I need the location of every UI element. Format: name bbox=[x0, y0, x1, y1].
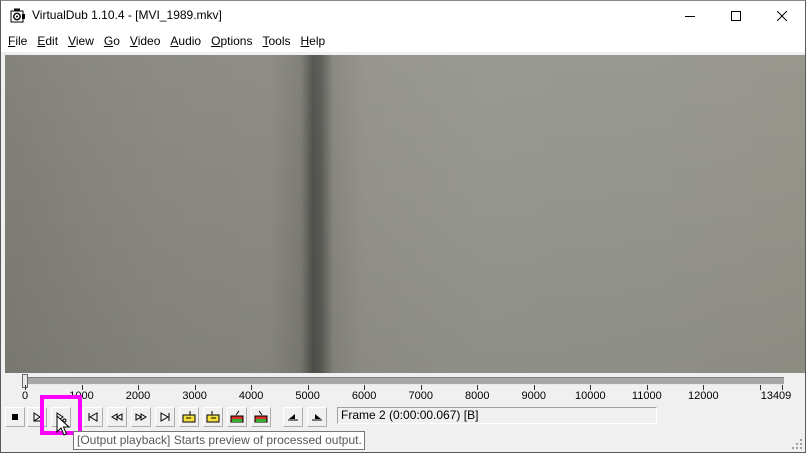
maximize-icon bbox=[731, 11, 741, 21]
minimize-button[interactable] bbox=[667, 1, 713, 31]
go-to-end-button[interactable] bbox=[155, 407, 175, 427]
menu-label: ile bbox=[15, 34, 28, 48]
stop-icon bbox=[10, 412, 20, 422]
tick-label: 1000 bbox=[69, 390, 94, 402]
virtualdub-window: VirtualDub 1.10.4 - [MVI_1989.mkv] File E… bbox=[0, 0, 806, 453]
tick-label: 2000 bbox=[125, 390, 151, 402]
next-key-icon bbox=[206, 410, 220, 424]
tick-label: 11000 bbox=[631, 390, 662, 402]
tick-label: 8000 bbox=[464, 390, 490, 402]
input-playback-button[interactable] bbox=[27, 407, 47, 427]
previous-frame-button[interactable] bbox=[107, 407, 127, 427]
mark-in-button[interactable] bbox=[283, 407, 303, 427]
mark-out-button[interactable] bbox=[307, 407, 327, 427]
prev-key-icon bbox=[182, 410, 196, 424]
slider-track[interactable] bbox=[22, 377, 784, 385]
minimize-icon bbox=[685, 16, 695, 17]
stop-button[interactable] bbox=[5, 407, 25, 427]
tick-label: 7000 bbox=[408, 390, 433, 402]
tick-label: 9000 bbox=[521, 390, 546, 402]
next-scene-icon bbox=[254, 410, 268, 424]
next-frame-button[interactable] bbox=[131, 407, 151, 427]
menu-accelerator: G bbox=[103, 34, 114, 48]
menu-label: ptions bbox=[220, 34, 253, 48]
prev-scene-icon bbox=[230, 410, 244, 424]
maximize-button[interactable] bbox=[713, 1, 759, 31]
next-scene-button[interactable] bbox=[251, 407, 271, 427]
mark-in-icon bbox=[287, 411, 299, 423]
tick-label: 13409 bbox=[760, 390, 792, 402]
menu-options[interactable]: Options bbox=[206, 31, 257, 52]
resize-grip-icon[interactable] bbox=[791, 438, 803, 450]
menu-label: ideo bbox=[137, 34, 161, 48]
menu-label: elp bbox=[309, 34, 326, 48]
menu-label: dit bbox=[45, 34, 59, 48]
close-icon bbox=[777, 11, 787, 21]
menu-edit[interactable]: Edit bbox=[32, 31, 63, 52]
menu-audio[interactable]: Audio bbox=[165, 31, 206, 52]
position-slider[interactable] bbox=[22, 374, 784, 388]
menu-view[interactable]: View bbox=[63, 31, 99, 52]
mouse-cursor-icon bbox=[56, 414, 72, 437]
menu-label: o bbox=[113, 34, 120, 48]
window-title: VirtualDub 1.10.4 - [MVI_1989.mkv] bbox=[32, 8, 222, 22]
menu-file[interactable]: File bbox=[3, 31, 32, 52]
previous-keyframe-button[interactable] bbox=[179, 407, 199, 427]
menu-help[interactable]: Help bbox=[295, 31, 330, 52]
tick-label: 6000 bbox=[351, 390, 377, 402]
tick-label: 4000 bbox=[238, 390, 264, 402]
tick-label: 0 bbox=[21, 390, 29, 402]
tick-label: 12000 bbox=[688, 390, 719, 402]
next-keyframe-button[interactable] bbox=[203, 407, 223, 427]
tick-label: 3000 bbox=[182, 390, 207, 402]
menu-accelerator: V bbox=[129, 34, 138, 48]
menu-go[interactable]: Go bbox=[99, 31, 125, 52]
virtualdub-icon[interactable] bbox=[10, 8, 26, 24]
menu-accelerator: H bbox=[300, 34, 310, 48]
play-input-icon bbox=[31, 411, 43, 423]
title-bar[interactable]: VirtualDub 1.10.4 - [MVI_1989.mkv] bbox=[1, 1, 805, 31]
video-frame bbox=[5, 55, 805, 373]
rewind-icon bbox=[110, 411, 124, 423]
tooltip: [Output playback] Starts preview of proc… bbox=[73, 431, 365, 450]
menu-tools[interactable]: Tools bbox=[257, 31, 295, 52]
menu-bar: File Edit View Go Video Audio Options Tools Help bbox=[1, 31, 805, 52]
menu-label: udio bbox=[178, 34, 202, 48]
start-icon bbox=[87, 411, 99, 423]
go-to-start-button[interactable] bbox=[83, 407, 103, 427]
tick-label: 5000 bbox=[295, 390, 320, 402]
menu-label: iew bbox=[75, 34, 94, 48]
timeline-scale: 0 1000 2000 3000 4000 5000 6000 7000 8000 9000 100… bbox=[1, 390, 806, 404]
frame-status: Frame 2 (0:00:00.067) [B] bbox=[337, 407, 657, 424]
end-icon bbox=[159, 411, 171, 423]
menu-accelerator: V bbox=[68, 34, 76, 48]
tick-label: 10000 bbox=[574, 390, 606, 402]
video-preview-pane[interactable] bbox=[5, 55, 805, 373]
previous-scene-button[interactable] bbox=[227, 407, 247, 427]
forward-icon bbox=[134, 411, 148, 423]
mark-out-icon bbox=[311, 411, 323, 423]
menu-label: ools bbox=[268, 34, 291, 48]
close-button[interactable] bbox=[759, 1, 805, 31]
menu-video[interactable]: Video bbox=[125, 31, 165, 52]
